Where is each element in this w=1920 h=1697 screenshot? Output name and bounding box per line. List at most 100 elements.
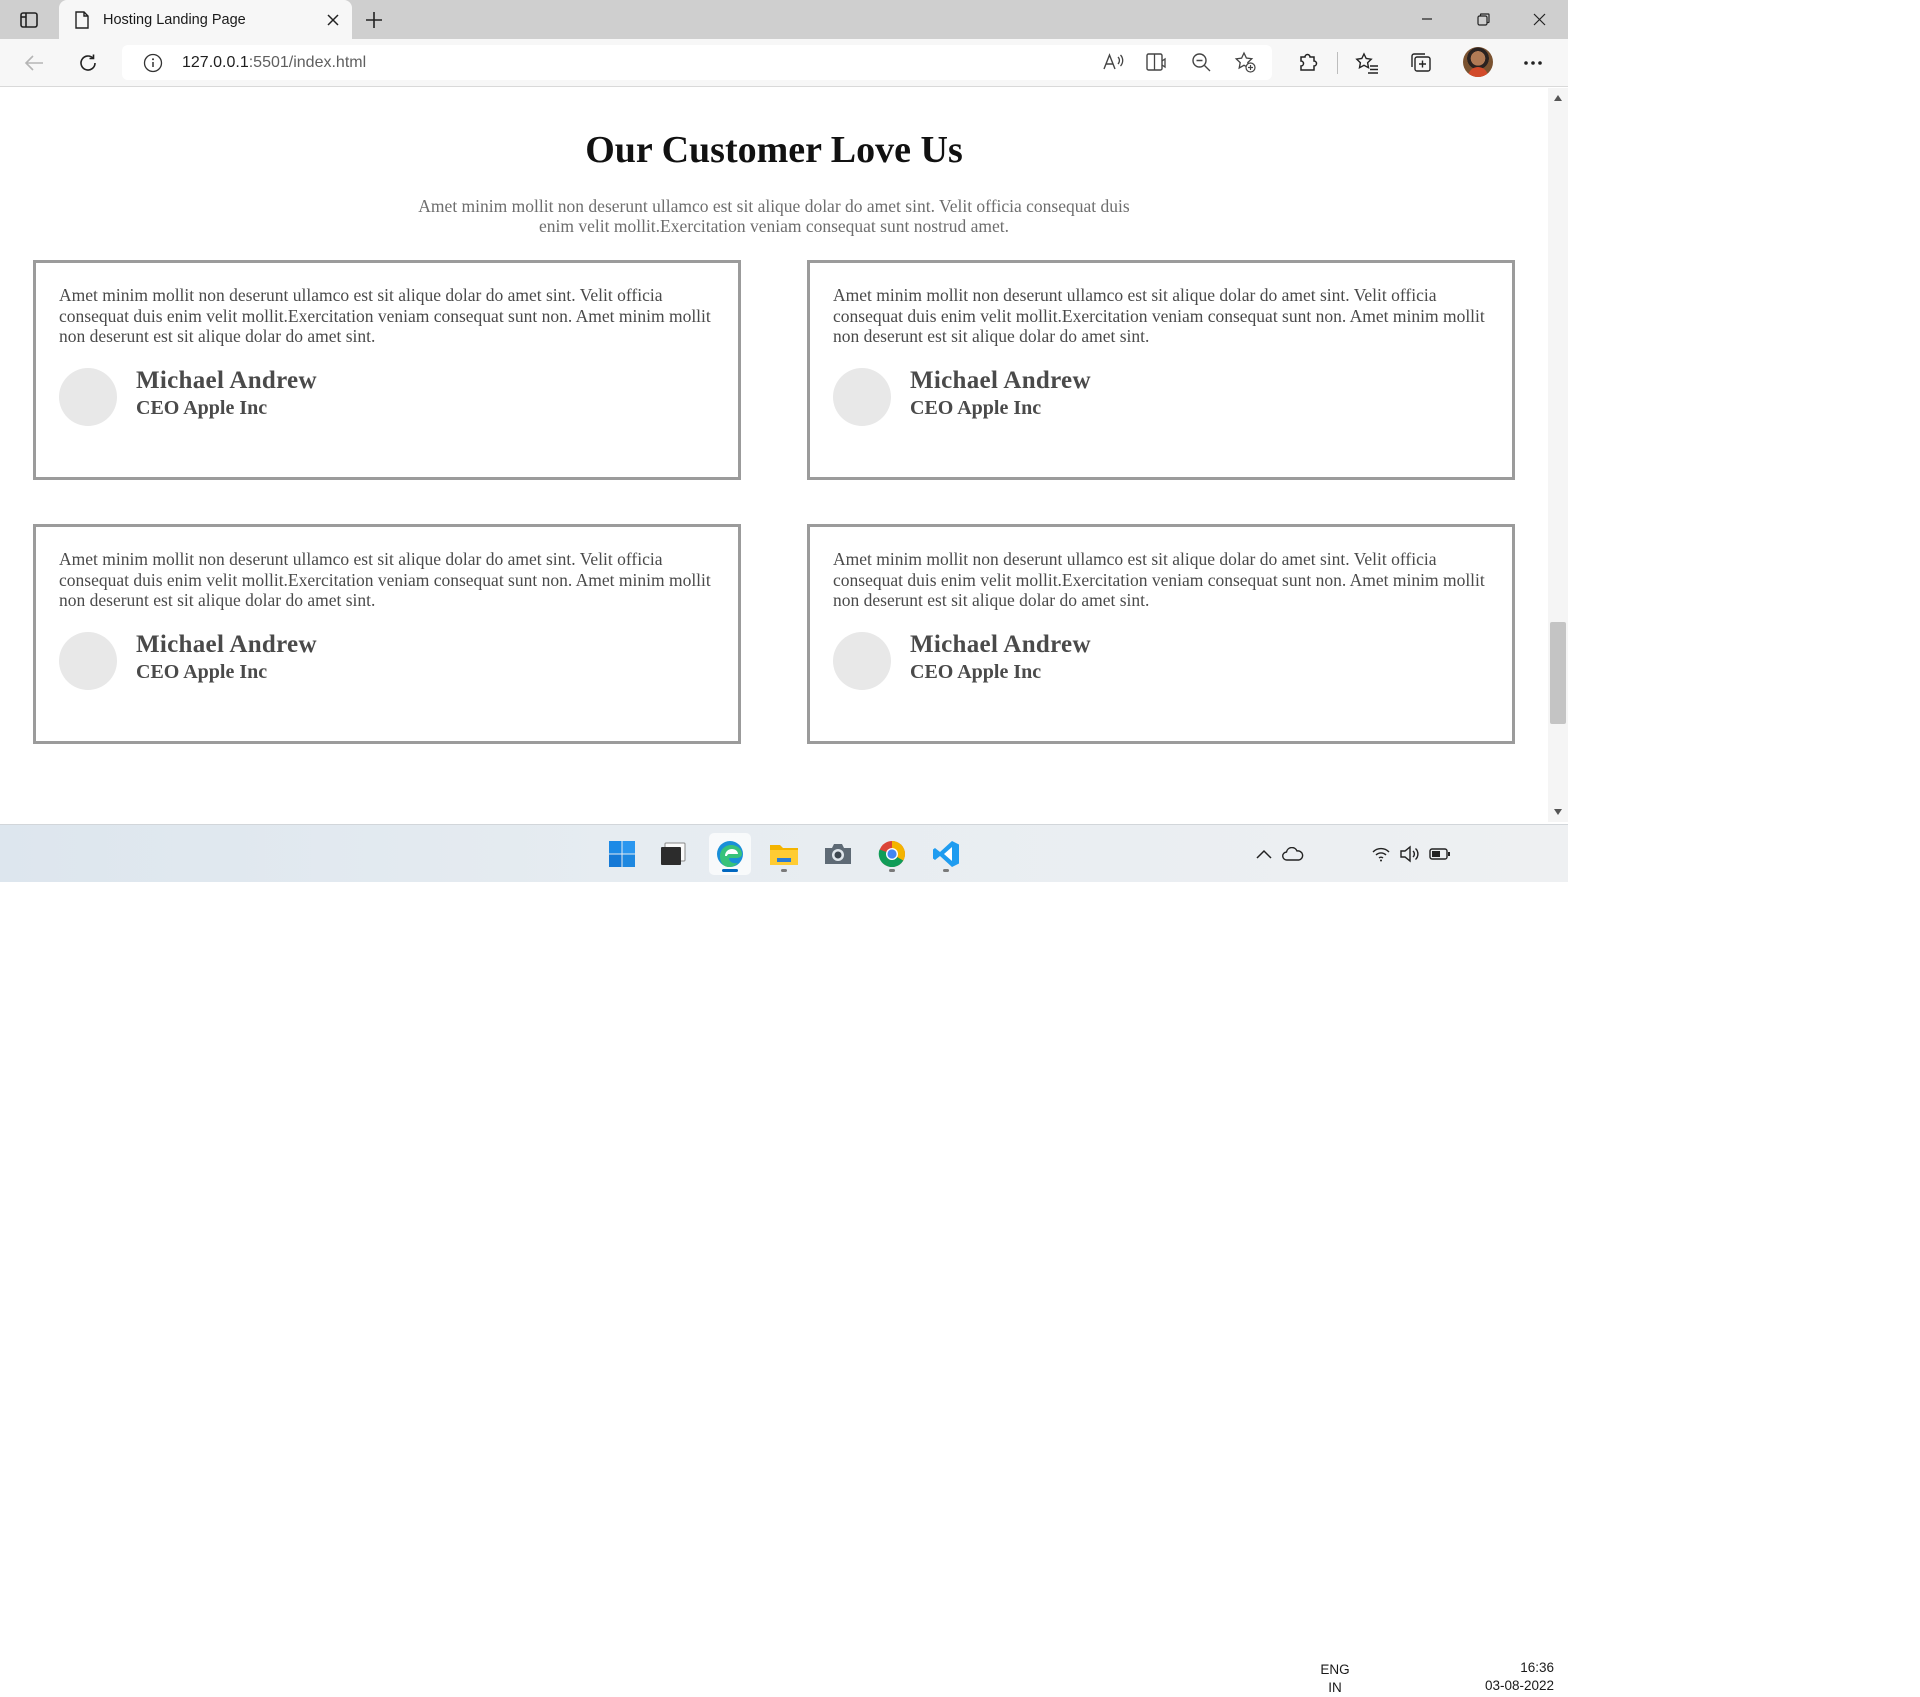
immersive-reader-icon[interactable] [1144, 49, 1170, 75]
customer-role: CEO Apple Inc [910, 661, 1042, 683]
page-icon [73, 10, 91, 30]
customer-name: Michael Andrew [136, 367, 317, 394]
collections-icon [1411, 53, 1431, 72]
customer-role: CEO Apple Inc [910, 397, 1042, 419]
back-arrow-icon [24, 55, 43, 71]
collections-button[interactable] [1407, 49, 1435, 77]
testimonial-quote: Amet minim mollit non deserunt ullamco e… [59, 285, 711, 346]
taskbar-chrome[interactable] [871, 833, 913, 875]
tab-actions-button[interactable] [12, 8, 46, 32]
extensions-button[interactable] [1294, 49, 1322, 77]
browser-titlebar: Hosting Landing Page [0, 0, 1568, 39]
customer-avatar [833, 632, 891, 690]
more-icon [1524, 61, 1542, 65]
onedrive-button[interactable] [1282, 843, 1304, 865]
language-code: ENG [1320, 1662, 1350, 1677]
battery-button[interactable] [1429, 843, 1451, 865]
customer-role: CEO Apple Inc [136, 397, 268, 419]
taskbar-file-explorer[interactable] [763, 833, 805, 875]
browser-tab[interactable]: Hosting Landing Page [59, 0, 352, 39]
profile-avatar[interactable] [1463, 47, 1493, 77]
scroll-down-arrow-icon[interactable] [1548, 804, 1568, 820]
running-indicator [781, 869, 787, 872]
section-heading: Our Customer Love Us [585, 129, 963, 171]
running-indicator [943, 869, 949, 872]
wifi-icon [1372, 847, 1390, 862]
customer-avatar [59, 368, 117, 426]
folder-icon [770, 845, 798, 865]
close-icon [1533, 13, 1545, 25]
taskbar-terminal[interactable] [652, 833, 694, 875]
customer-avatar [833, 368, 891, 426]
terminal-icon [661, 842, 686, 865]
region-code: IN [1328, 1680, 1342, 1695]
section-subtitle: Amet minim mollit non deserunt ullamco e… [418, 196, 1130, 236]
cloud-icon [1282, 847, 1304, 861]
new-tab-button[interactable] [360, 6, 388, 34]
testimonial-card: Amet minim mollit non deserunt ullamco e… [807, 524, 1515, 744]
zoom-out-icon[interactable] [1188, 49, 1214, 75]
url-path: :5501/index.html [248, 53, 367, 71]
taskbar-edge[interactable] [709, 833, 751, 875]
running-indicator [889, 869, 895, 872]
scroll-up-arrow-icon[interactable] [1548, 90, 1568, 106]
chrome-icon [878, 841, 906, 868]
language-indicator[interactable]: ENG IN [1316, 1661, 1354, 1697]
testimonial-card: Amet minim mollit non deserunt ullamco e… [807, 260, 1515, 480]
puzzle-icon [1300, 53, 1318, 71]
toolbar-divider [1337, 52, 1338, 74]
customer-name: Michael Andrew [910, 631, 1091, 658]
taskbar-vscode[interactable] [925, 833, 967, 875]
address-bar[interactable]: 127.0.0.1:5501/index.html [122, 45, 1272, 80]
windows-taskbar: ENG IN 16:36 03-08-2022 [0, 824, 1568, 1695]
speaker-icon [1400, 845, 1419, 863]
minimize-button[interactable] [1404, 4, 1450, 34]
customer-avatar [59, 632, 117, 690]
wifi-button[interactable] [1370, 843, 1392, 865]
volume-button[interactable] [1399, 843, 1421, 865]
read-aloud-icon[interactable] [1100, 49, 1126, 75]
tab-actions-icon [20, 12, 38, 28]
battery-icon [1429, 848, 1450, 860]
close-window-button[interactable] [1516, 4, 1562, 34]
page-viewport: Our Customer Love Us Amet minim mollit n… [0, 88, 1548, 822]
restore-icon [1476, 12, 1490, 26]
refresh-button[interactable] [72, 48, 104, 78]
refresh-icon [80, 54, 96, 71]
page-scrollbar[interactable] [1548, 88, 1568, 822]
url-text[interactable]: 127.0.0.1:5501/index.html [182, 54, 366, 72]
scrollbar-thumb[interactable] [1550, 622, 1566, 724]
customer-name: Michael Andrew [910, 367, 1091, 394]
favorites-list-icon [1355, 52, 1378, 74]
favorites-button[interactable] [1353, 49, 1381, 77]
windows-logo-icon [609, 841, 635, 867]
customer-role: CEO Apple Inc [136, 661, 268, 683]
clock[interactable]: 16:36 03-08-2022 [1460, 1659, 1554, 1695]
start-button[interactable] [601, 833, 643, 875]
site-info-icon[interactable] [142, 52, 164, 74]
url-host: 127.0.0.1 [182, 53, 249, 71]
testimonial-card: Amet minim mollit non deserunt ullamco e… [33, 260, 741, 480]
testimonial-card: Amet minim mollit non deserunt ullamco e… [33, 524, 741, 744]
edge-icon [717, 841, 743, 867]
taskbar-camera[interactable] [817, 833, 859, 875]
clock-time: 16:36 [1520, 1660, 1554, 1675]
camera-icon [825, 844, 851, 864]
testimonial-quote: Amet minim mollit non deserunt ullamco e… [59, 549, 711, 610]
testimonial-quote: Amet minim mollit non deserunt ullamco e… [833, 285, 1485, 346]
show-hidden-icons-button[interactable] [1253, 843, 1275, 865]
add-favorite-icon[interactable] [1232, 49, 1258, 75]
settings-more-button[interactable] [1519, 49, 1547, 77]
minimize-icon [1422, 18, 1432, 20]
customer-name: Michael Andrew [136, 631, 317, 658]
vscode-icon [933, 841, 959, 867]
restore-button[interactable] [1460, 4, 1506, 34]
clock-date: 03-08-2022 [1484, 1678, 1554, 1693]
chevron-up-icon [1256, 849, 1272, 859]
back-button[interactable] [18, 48, 50, 78]
browser-toolbar: 127.0.0.1:5501/index.html [0, 39, 1568, 87]
plus-icon [366, 12, 382, 28]
tab-close-icon[interactable] [320, 7, 346, 33]
tab-title: Hosting Landing Page [103, 11, 246, 28]
active-indicator [722, 869, 738, 872]
